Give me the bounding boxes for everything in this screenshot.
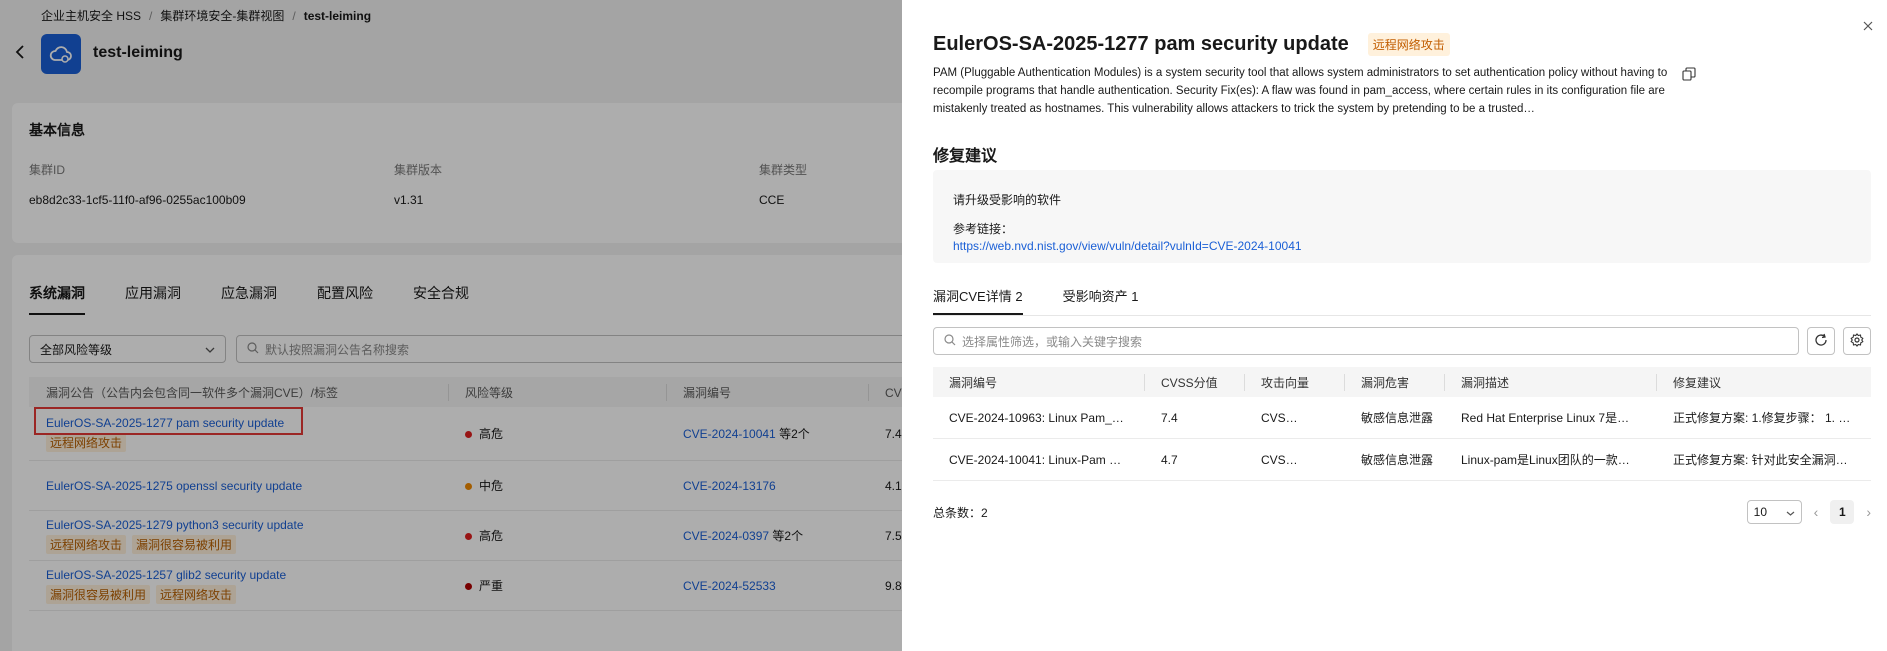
column-header: 漏洞危害 [1345,373,1445,391]
tab-count: 2 [1015,289,1023,304]
tab-affected-assets[interactable]: 受影响资产 1 [1063,286,1139,315]
refresh-icon [1814,333,1828,350]
tab-cve-details[interactable]: 漏洞CVE详情 2 [933,286,1023,315]
advice-box: 请升级受影响的软件 参考链接： https://web.nvd.nist.gov… [933,170,1871,263]
harm-cell[interactable]: 敏感信息泄露 [1361,453,1434,468]
attack-vector-cell: CVS… [1261,452,1298,467]
tab-label: 受影响资产 [1062,289,1128,304]
copy-icon[interactable] [1682,67,1698,83]
search-icon [944,333,956,349]
attack-vector-cell: CVS… [1261,410,1298,425]
column-header: 漏洞描述 [1445,373,1657,391]
table-row: CVE-2024-10963: Linux Pam_… 7.4 CVS… 敏感信… [933,397,1871,439]
chevron-left-icon[interactable]: ‹ [1814,504,1819,520]
cvss-score-cell[interactable]: 7.4 [1161,410,1178,425]
cve-table: 漏洞编号 CVSS分值 攻击向量 漏洞危害 漏洞描述 修复建议 CVE-2024… [933,367,1871,481]
advice-text: 请升级受影响的软件 [953,193,1062,207]
column-header: 攻击向量 [1245,373,1345,391]
column-header: CVSS分值 [1145,373,1245,391]
cve-search-input[interactable]: 选择属性筛选，或输入关键字搜索 [933,327,1799,355]
table-header: 漏洞编号 CVSS分值 攻击向量 漏洞危害 漏洞描述 修复建议 [933,367,1871,397]
cvss-score-cell[interactable]: 4.7 [1161,452,1178,467]
advice-heading: 修复建议 [933,148,998,165]
page-number-current[interactable]: 1 [1830,500,1855,524]
search-placeholder: 选择属性筛选，或输入关键字搜索 [962,334,1143,349]
total-count: 总条数：2 [933,505,988,520]
harm-cell[interactable]: 敏感信息泄露 [1361,411,1434,426]
column-header: 漏洞编号 [933,373,1145,391]
refresh-button[interactable] [1807,327,1835,355]
fix-advice-cell: 正式修复方案: 针对此安全漏洞… [1673,453,1848,467]
page-size-value: 10 [1753,505,1768,519]
reference-label: 参考链接： [953,222,1014,236]
pagination: 10 ‹ 1 › [1746,500,1871,524]
table-footer: 总条数：2 10 ‹ 1 › [933,500,1871,524]
drawer-title-row: EulerOS-SA-2025-1277 pam security update… [933,33,1450,56]
chevron-down-icon [1786,505,1795,519]
close-icon[interactable] [1858,16,1878,36]
vuln-detail-drawer: EulerOS-SA-2025-1277 pam security update… [902,0,1887,651]
fix-advice-cell: 正式修复方案: 1.修复步骤： 1. … [1673,411,1851,425]
vuln-description: PAM (Pluggable Authentication Modules) i… [933,67,1668,115]
reference-link[interactable]: https://web.nvd.nist.gov/view/vuln/detai… [953,239,1851,253]
tab-count: 1 [1131,289,1139,304]
table-row: CVE-2024-10041: Linux-Pam … 4.7 CVS… 敏感信… [933,439,1871,481]
tab-label: 漏洞CVE详情 [933,289,1012,304]
settings-button[interactable] [1843,327,1871,355]
description-cell: Linux-pam是Linux团队的一款… [1461,453,1630,467]
drawer-tabs: 漏洞CVE详情 2 受影响资产 1 [933,286,1871,316]
column-header: 修复建议 [1673,375,1722,390]
drawer-title: EulerOS-SA-2025-1277 pam security update [933,33,1349,55]
gear-icon [1850,332,1864,350]
description-cell: Red Hat Enterprise Linux 7是… [1461,411,1630,425]
cve-id-cell: CVE-2024-10041: Linux-Pam … [949,452,1122,467]
drawer-tag: 远程网络攻击 [1367,33,1450,56]
cve-id-cell: CVE-2024-10963: Linux Pam_… [949,410,1124,425]
page-size-select[interactable]: 10 [1746,500,1802,524]
chevron-right-icon[interactable]: › [1866,504,1871,520]
drawer-search-row: 选择属性筛选，或输入关键字搜索 [933,327,1871,355]
